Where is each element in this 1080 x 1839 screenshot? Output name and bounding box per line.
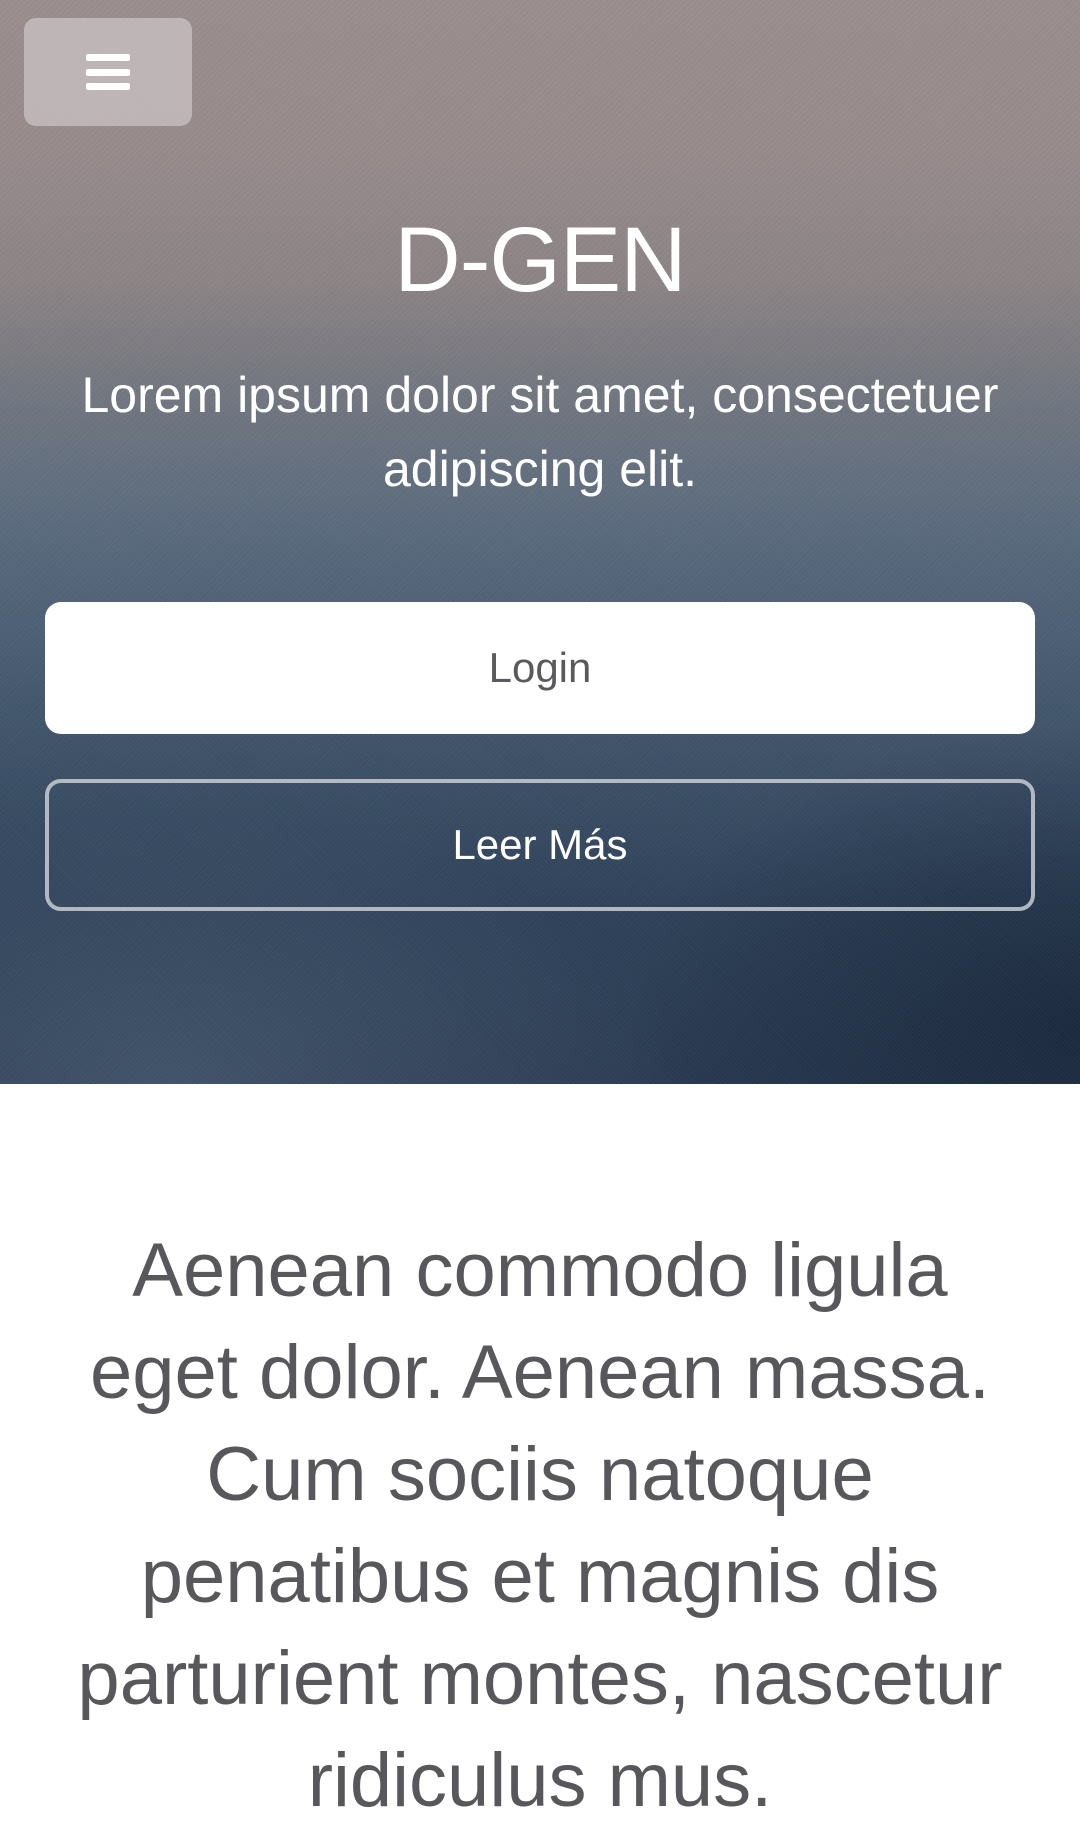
menu-button[interactable] (24, 18, 192, 126)
read-more-button[interactable]: Leer Más (45, 779, 1035, 911)
hero-title: D-GEN (394, 209, 686, 311)
hamburger-icon (86, 54, 130, 90)
content-section: Aenean commodo ligula eget dolor. Aenean… (0, 1084, 1080, 1839)
login-button[interactable]: Login (45, 602, 1035, 734)
hero-subtitle: Lorem ipsum dolor sit amet, consectetuer… (81, 367, 999, 497)
content-paragraph: Aenean commodo ligula eget dolor. Aenean… (77, 1228, 1003, 1823)
hero-background-texture (0, 0, 1080, 1084)
hero-section: D-GEN Lorem ipsum dolor sit amet, consec… (0, 0, 1080, 1084)
